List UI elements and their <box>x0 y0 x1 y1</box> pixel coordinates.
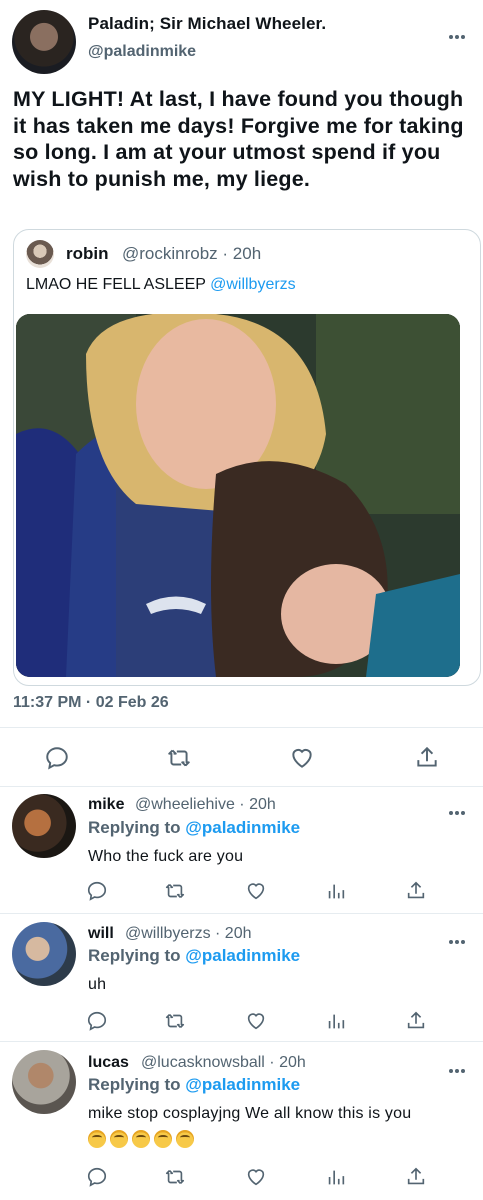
quoted-handle-time: @rockinrobz · 20h <box>122 244 262 263</box>
more-horizontal-icon[interactable] <box>449 802 469 815</box>
share-icon[interactable] <box>405 1166 427 1188</box>
share-icon[interactable] <box>414 745 440 771</box>
divider <box>0 1041 483 1042</box>
divider <box>0 727 483 728</box>
reply-text: mike stop cosplayjng We all know this is… <box>88 1105 412 1122</box>
like-icon[interactable] <box>289 745 315 771</box>
quoted-text-body: LMAO HE FELL ASLEEP <box>26 276 211 293</box>
reply-display-name[interactable]: mike <box>88 796 124 814</box>
reply-text: Who the fuck are you <box>88 848 244 865</box>
replying-to-link[interactable]: @paladinmike <box>185 1075 300 1094</box>
reply-avatar[interactable] <box>12 922 76 986</box>
retweet-icon[interactable] <box>166 745 192 771</box>
reply-handle-time: @wheeliehive · 20h <box>135 796 276 813</box>
more-horizontal-icon[interactable] <box>449 26 469 39</box>
analytics-icon[interactable] <box>325 880 347 902</box>
reply-avatar[interactable] <box>12 1050 76 1114</box>
main-handle[interactable]: @paladinmike <box>88 43 196 61</box>
loudly-crying-face-icon <box>154 1130 172 1148</box>
like-icon[interactable] <box>245 1010 267 1032</box>
selfie-photo-illustration <box>16 314 460 677</box>
replying-to-label: Replying to <box>88 1075 186 1094</box>
loudly-crying-face-icon <box>132 1130 150 1148</box>
emoji-row <box>88 1130 198 1153</box>
reply-icon[interactable] <box>86 1166 108 1188</box>
main-avatar[interactable] <box>12 10 76 74</box>
quoted-avatar[interactable] <box>26 240 54 268</box>
like-icon[interactable] <box>245 880 267 902</box>
replying-to-link[interactable]: @paladinmike <box>185 818 300 837</box>
main-display-name[interactable]: Paladin; Sir Michael Wheeler. <box>88 14 326 34</box>
loudly-crying-face-icon <box>176 1130 194 1148</box>
quoted-photo[interactable] <box>16 314 460 677</box>
analytics-icon[interactable] <box>325 1166 347 1188</box>
divider <box>0 913 483 914</box>
reply-avatar[interactable] <box>12 794 76 858</box>
tweet-timestamp[interactable]: 11:37 PM · 02 Feb 26 <box>13 694 169 712</box>
loudly-crying-face-icon <box>88 1130 106 1148</box>
replying-to: Replying to @paladinmike <box>88 818 300 838</box>
loudly-crying-face-icon <box>110 1130 128 1148</box>
replying-to-label: Replying to <box>88 818 186 837</box>
quoted-display-name: robin <box>66 244 109 263</box>
quoted-mention-link[interactable]: @willbyerzs <box>210 276 296 293</box>
reply-icon[interactable] <box>86 880 108 902</box>
reply-icon[interactable] <box>86 1010 108 1032</box>
divider <box>0 786 483 787</box>
replying-to: Replying to @paladinmike <box>88 1075 300 1095</box>
retweet-icon[interactable] <box>164 1010 186 1032</box>
reply-handle-time: @willbyerzs · 20h <box>125 925 252 942</box>
quoted-tweet-text: LMAO HE FELL ASLEEP @willbyerzs <box>26 276 296 294</box>
main-tweet-text: MY LIGHT! At last, I have found you thou… <box>13 87 464 191</box>
quoted-tweet-card[interactable]: robin @rockinrobz · 20h LMAO HE FELL ASL… <box>13 229 481 686</box>
reply-display-name[interactable]: will <box>88 925 114 943</box>
more-horizontal-icon[interactable] <box>449 931 469 944</box>
share-icon[interactable] <box>405 880 427 902</box>
replying-to: Replying to @paladinmike <box>88 946 300 966</box>
retweet-icon[interactable] <box>164 1166 186 1188</box>
analytics-icon[interactable] <box>325 1010 347 1032</box>
share-icon[interactable] <box>405 1010 427 1032</box>
like-icon[interactable] <box>245 1166 267 1188</box>
reply-display-name[interactable]: lucas <box>88 1054 129 1072</box>
reply-text: uh <box>88 976 107 993</box>
replying-to-link[interactable]: @paladinmike <box>185 946 300 965</box>
more-horizontal-icon[interactable] <box>449 1060 469 1073</box>
reply-handle-time: @lucasknowsball · 20h <box>141 1054 306 1071</box>
retweet-icon[interactable] <box>164 880 186 902</box>
reply-icon[interactable] <box>44 745 70 771</box>
replying-to-label: Replying to <box>88 946 186 965</box>
